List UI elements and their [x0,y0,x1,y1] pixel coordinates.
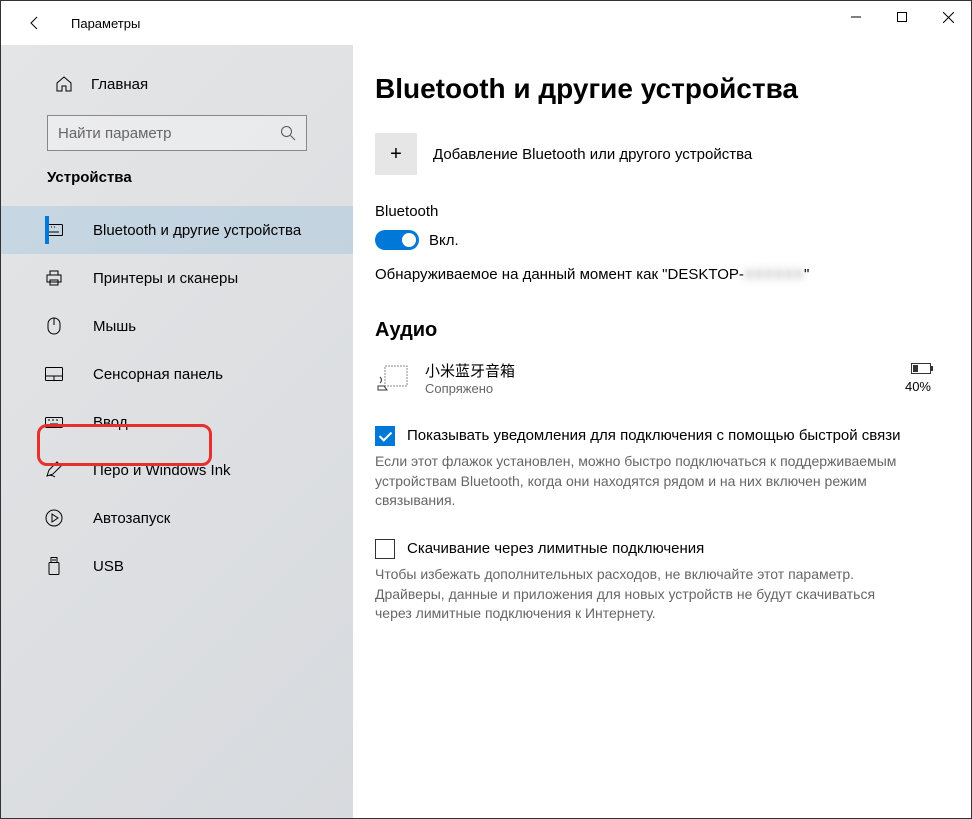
nav-label: Мышь [93,318,136,335]
arrow-left-icon [27,15,43,31]
sidebar-item-mouse[interactable]: Мышь [1,302,353,350]
main-content: Bluetooth и другие устройства + Добавлен… [353,45,971,818]
nav-label: Bluetooth и другие устройства [93,222,301,239]
autoplay-icon [55,509,73,527]
discoverable-text: Обнаруживаемое на данный момент как "DES… [375,266,931,283]
page-title: Bluetooth и другие устройства [375,73,931,105]
sidebar-item-touchpad[interactable]: Сенсорная панель [1,350,353,398]
swift-pair-desc: Если этот флажок установлен, можно быстр… [375,452,931,511]
add-device-button[interactable]: + Добавление Bluetooth или другого устро… [375,133,931,175]
nav-label: Сенсорная панель [93,366,223,383]
sidebar-item-printers[interactable]: Принтеры и сканеры [1,254,353,302]
home-icon [55,75,73,93]
discoverable-prefix: Обнаруживаемое на данный момент как "DES… [375,266,744,283]
metered-desc: Чтобы избежать дополнительных расходов, … [375,565,931,624]
swift-pair-label: Показывать уведомления для подключения с… [407,426,901,446]
sidebar-item-usb[interactable]: USB [1,542,353,590]
touchpad-icon [55,365,73,383]
sidebar-item-bluetooth[interactable]: Bluetooth и другие устройства [1,206,353,254]
close-button[interactable] [925,1,971,33]
pen-icon [55,461,73,479]
sidebar-item-home[interactable]: Главная [1,67,353,101]
usb-icon [55,557,73,575]
device-battery: 40% [905,363,931,394]
nav-label: Принтеры и сканеры [93,270,238,287]
speaker-icon [375,362,411,394]
bluetooth-label: Bluetooth [375,203,931,220]
battery-icon [911,363,931,374]
nav-label: USB [93,558,124,575]
device-row[interactable]: 小米蓝牙音箱 Сопряжено 40% [375,356,931,426]
battery-percent: 40% [905,379,931,394]
typing-icon [55,413,73,431]
nav-label: Перо и Windows Ink [93,462,231,479]
minimize-icon [851,12,861,22]
nav-label: Ввод [93,414,128,431]
home-label: Главная [91,76,148,93]
discoverable-redacted: XXXXXX [744,266,804,283]
mouse-icon [55,317,73,335]
back-button[interactable] [15,3,55,43]
toggle-state-label: Вкл. [429,232,459,249]
maximize-button[interactable] [879,1,925,33]
sidebar: Главная Устройства Bluetooth и другие ус… [1,45,353,818]
search-input-wrap[interactable] [47,115,307,151]
sidebar-item-typing[interactable]: Ввод [1,398,353,446]
search-input[interactable] [58,125,280,142]
minimize-button[interactable] [833,1,879,33]
swift-pair-checkbox[interactable] [375,426,395,446]
keyboard-icon [55,221,73,239]
sidebar-section-title: Устройства [1,169,353,186]
close-icon [943,12,954,23]
metered-checkbox[interactable] [375,539,395,559]
window-title: Параметры [71,16,140,31]
audio-section-head: Аудио [375,319,931,342]
sidebar-item-autoplay[interactable]: Автозапуск [1,494,353,542]
maximize-icon [897,12,907,22]
search-icon [280,125,296,141]
add-device-label: Добавление Bluetooth или другого устройс… [433,146,752,163]
bluetooth-toggle[interactable] [375,230,419,250]
printer-icon [55,269,73,287]
sidebar-item-pen[interactable]: Перо и Windows Ink [1,446,353,494]
plus-icon: + [375,133,417,175]
metered-label: Скачивание через лимитные подключения [407,539,704,559]
device-status: Сопряжено [425,381,905,396]
discoverable-suffix: " [804,266,809,283]
device-name: 小米蓝牙音箱 [425,360,905,381]
nav-label: Автозапуск [93,510,170,527]
